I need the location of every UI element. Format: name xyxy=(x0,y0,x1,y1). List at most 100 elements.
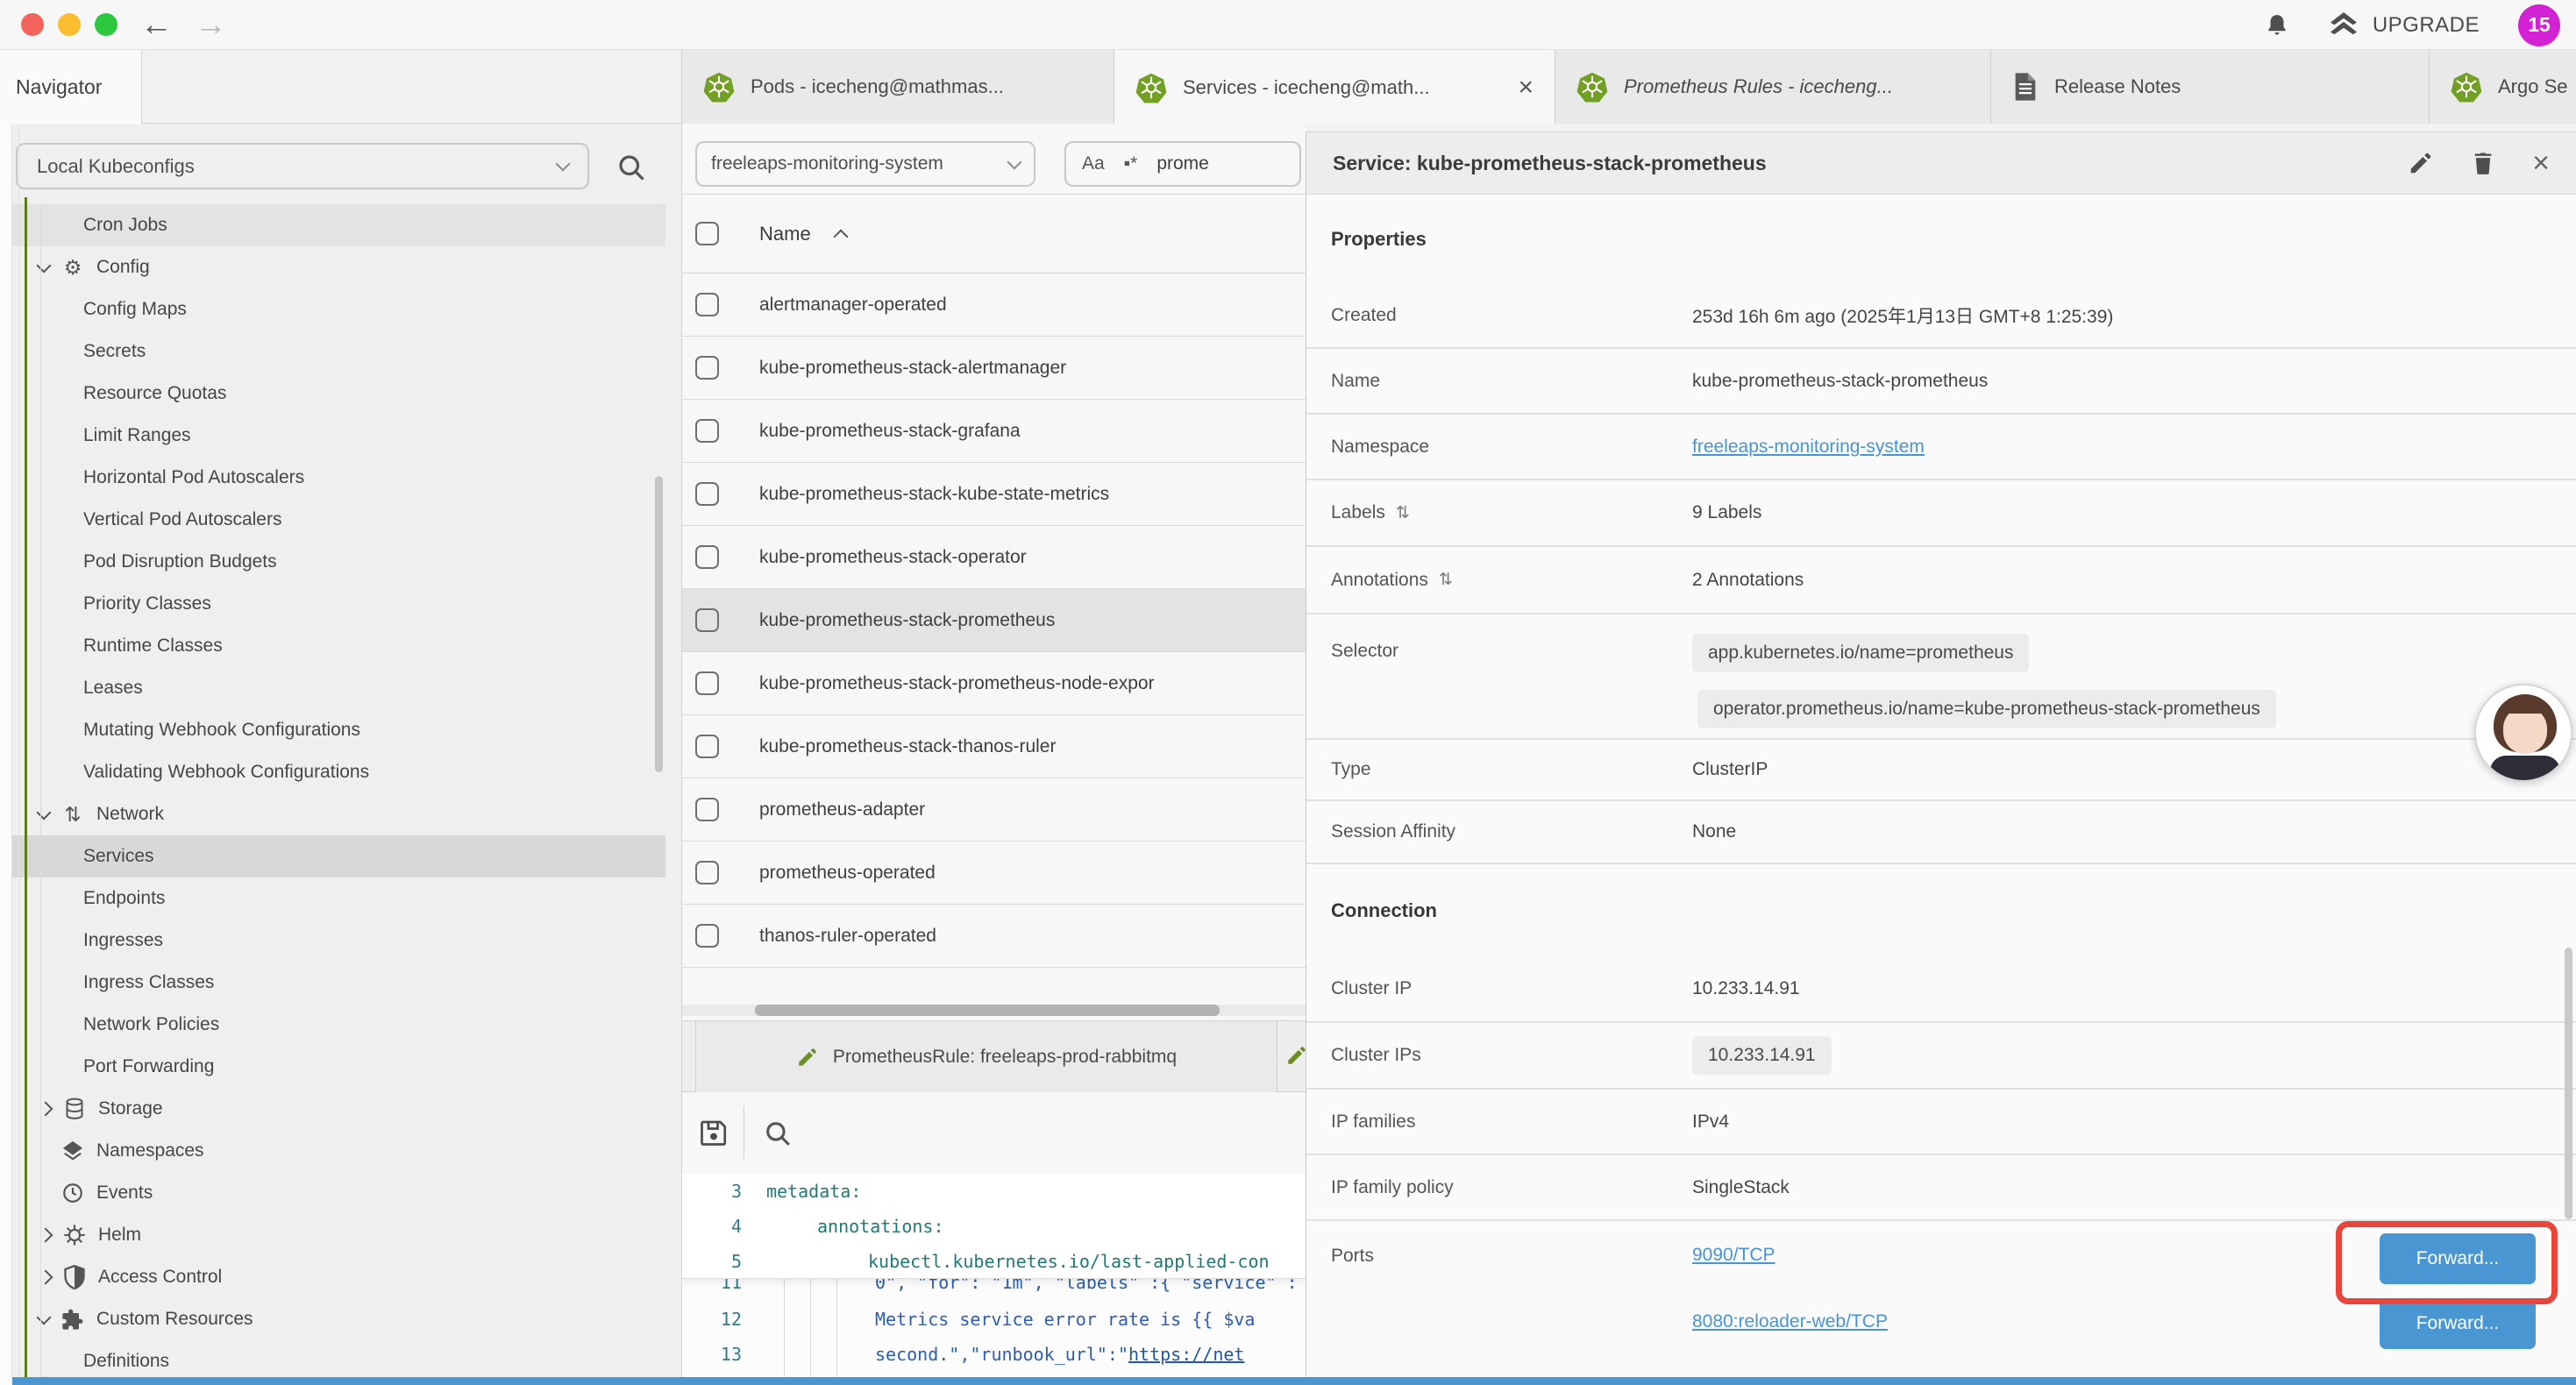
sidebar-item-services[interactable]: Services xyxy=(0,835,665,877)
sidebar-item-cron-jobs[interactable]: Cron Jobs xyxy=(0,204,665,246)
navigator-panel-tab[interactable]: Navigator xyxy=(0,50,142,124)
row-checkbox[interactable] xyxy=(695,735,719,758)
close-panel-icon[interactable]: × xyxy=(2532,148,2550,178)
sidebar-item-ingress-classes[interactable]: Ingress Classes xyxy=(0,962,665,1004)
service-row[interactable]: kube-prometheus-stack-kube-state-metrics xyxy=(682,463,1306,526)
shield-icon xyxy=(62,1265,87,1289)
notification-count-badge[interactable]: 15 xyxy=(2518,4,2560,46)
sidebar-group-access-control[interactable]: Access Control xyxy=(0,1256,665,1298)
editor-tab-partial[interactable] xyxy=(1278,1021,1306,1092)
sidebar-item-definitions[interactable]: Definitions xyxy=(0,1340,665,1377)
document-icon xyxy=(2012,72,2039,102)
sidebar-item-pod-disruption-budgets[interactable]: Pod Disruption Budgets xyxy=(0,541,665,583)
service-row[interactable]: thanos-ruler-operated xyxy=(682,905,1306,968)
sidebar-item-horizontal-pod-autoscalers[interactable]: Horizontal Pod Autoscalers xyxy=(0,457,665,499)
sidebar-group-custom-resources[interactable]: Custom Resources xyxy=(0,1298,665,1340)
sort-toggle-icon[interactable]: ⇅ xyxy=(1439,570,1453,590)
sidebar-group-helm[interactable]: Helm xyxy=(0,1214,665,1256)
edit-pencil-icon xyxy=(796,1046,819,1069)
minimize-window-button[interactable] xyxy=(58,13,81,36)
sidebar-item-runtime-classes[interactable]: Runtime Classes xyxy=(0,625,665,667)
yaml-editor[interactable]: 110", "for": "1m", "labels" :{ "service"… xyxy=(682,1174,1306,1377)
row-checkbox[interactable] xyxy=(695,798,719,821)
row-checkbox[interactable] xyxy=(695,545,719,569)
regex-toggle[interactable]: ▪* xyxy=(1124,153,1138,174)
tab-services[interactable]: Services - icecheng@math... × xyxy=(1114,50,1555,124)
save-icon[interactable] xyxy=(698,1117,729,1148)
row-checkbox[interactable] xyxy=(695,482,719,506)
sidebar-item-mutating-webhook-configurations[interactable]: Mutating Webhook Configurations xyxy=(0,709,665,751)
port-link-9090[interactable]: 9090/TCP xyxy=(1692,1245,1888,1266)
service-row[interactable]: kube-prometheus-stack-operator xyxy=(682,526,1306,589)
editor-search-icon[interactable] xyxy=(763,1119,793,1148)
sidebar-item-vertical-pod-autoscalers[interactable]: Vertical Pod Autoscalers xyxy=(0,499,665,541)
sidebar-item-secrets[interactable]: Secrets xyxy=(0,330,665,373)
row-checkbox[interactable] xyxy=(695,924,719,948)
forward-port-button[interactable]: Forward... xyxy=(2380,1298,2536,1349)
tab-prometheus-rules[interactable]: Prometheus Rules - icecheng... xyxy=(1555,50,1991,124)
sidebar-search-icon[interactable] xyxy=(616,152,647,183)
sidebar-item-config-maps[interactable]: Config Maps xyxy=(0,288,665,330)
sidebar-item-endpoints[interactable]: Endpoints xyxy=(0,877,665,920)
close-window-button[interactable] xyxy=(21,13,44,36)
maximize-window-button[interactable] xyxy=(95,13,117,36)
service-row[interactable]: alertmanager-operated xyxy=(682,273,1306,337)
forward-arrow-icon[interactable]: → xyxy=(195,4,227,46)
sidebar-item-network-policies[interactable]: Network Policies xyxy=(0,1004,665,1046)
detail-row-cluster-ips: Cluster IPs 10.233.14.91 xyxy=(1306,1023,2576,1090)
service-row[interactable]: kube-prometheus-stack-thanos-ruler xyxy=(682,715,1306,778)
sidebar-group-storage[interactable]: Storage xyxy=(0,1088,665,1130)
row-checkbox[interactable] xyxy=(695,293,719,316)
horizontal-scrollbar-thumb[interactable] xyxy=(755,1005,1220,1016)
sidebar-item-ingresses[interactable]: Ingresses xyxy=(0,920,665,962)
runbook-url-link[interactable]: https://net xyxy=(1128,1344,1244,1365)
match-case-toggle[interactable]: Aa xyxy=(1082,153,1105,174)
sidebar-group-namespaces[interactable]: Namespaces xyxy=(0,1130,665,1172)
sidebar-group-network[interactable]: ⇅ Network xyxy=(0,793,665,835)
row-checkbox[interactable] xyxy=(695,861,719,884)
namespace-selector[interactable]: freeleaps-monitoring-system xyxy=(695,141,1035,187)
sidebar-item-resource-quotas[interactable]: Resource Quotas xyxy=(0,373,665,415)
row-checkbox[interactable] xyxy=(695,419,719,443)
navigator-sidebar: Local Kubeconfigs Cron Jobs ⚙ Config Con… xyxy=(0,124,681,1377)
service-row[interactable]: kube-prometheus-stack-alertmanager xyxy=(682,337,1306,400)
sidebar-group-config[interactable]: ⚙ Config xyxy=(0,246,665,288)
service-row[interactable]: prometheus-operated xyxy=(682,842,1306,905)
kubeconfig-selector[interactable]: Local Kubeconfigs xyxy=(16,143,589,189)
row-checkbox[interactable] xyxy=(695,608,719,632)
delete-trash-icon[interactable] xyxy=(2471,150,2495,176)
row-checkbox[interactable] xyxy=(695,356,719,380)
service-row[interactable]: prometheus-adapter xyxy=(682,778,1306,842)
sort-toggle-icon[interactable]: ⇅ xyxy=(1396,503,1410,523)
details-scrollbar[interactable] xyxy=(2565,948,2572,1219)
horizontal-scrollbar-track[interactable] xyxy=(682,1005,1306,1016)
tab-release-notes[interactable]: Release Notes xyxy=(1991,50,2430,124)
port-link-8080[interactable]: 8080:reloader-web/TCP xyxy=(1692,1311,1888,1332)
sidebar-item-leases[interactable]: Leases xyxy=(0,667,665,709)
sidebar-item-port-forwarding[interactable]: Port Forwarding xyxy=(0,1046,665,1088)
select-all-checkbox[interactable] xyxy=(695,222,719,245)
service-row[interactable]: kube-prometheus-stack-prometheus-node-ex… xyxy=(682,652,1306,715)
chevron-down-icon xyxy=(37,1310,52,1325)
namespace-link[interactable]: freeleaps-monitoring-system xyxy=(1692,437,1925,458)
tab-pods[interactable]: Pods - icecheng@mathmas... xyxy=(681,50,1114,124)
user-avatar[interactable] xyxy=(2474,684,2572,782)
back-arrow-icon[interactable]: ← xyxy=(140,4,173,46)
sort-ascending-icon[interactable] xyxy=(833,229,848,244)
name-column-header[interactable]: Name xyxy=(759,223,811,245)
sidebar-group-events[interactable]: Events xyxy=(0,1172,665,1214)
upgrade-button[interactable]: UPGRADE xyxy=(2329,12,2480,39)
sidebar-item-priority-classes[interactable]: Priority Classes xyxy=(0,583,665,625)
row-checkbox[interactable] xyxy=(695,671,719,695)
sidebar-item-limit-ranges[interactable]: Limit Ranges xyxy=(0,415,665,457)
sidebar-item-validating-webhook-configurations[interactable]: Validating Webhook Configurations xyxy=(0,751,665,793)
service-row[interactable]: kube-prometheus-stack-grafana xyxy=(682,400,1306,463)
close-tab-icon[interactable]: × xyxy=(1518,75,1534,101)
editor-tab-prometheusrule[interactable]: PrometheusRule: freeleaps-prod-rabbitmq xyxy=(695,1021,1277,1092)
notifications-bell-icon[interactable] xyxy=(2264,11,2290,39)
name-filter-input[interactable]: Aa ▪* prome xyxy=(1064,141,1301,187)
service-row-selected[interactable]: kube-prometheus-stack-prometheus xyxy=(682,589,1306,652)
edit-pencil-icon[interactable] xyxy=(2408,150,2434,176)
sidebar-scrollbar[interactable] xyxy=(655,476,663,772)
tab-argo[interactable]: Argo Se xyxy=(2430,50,2576,124)
